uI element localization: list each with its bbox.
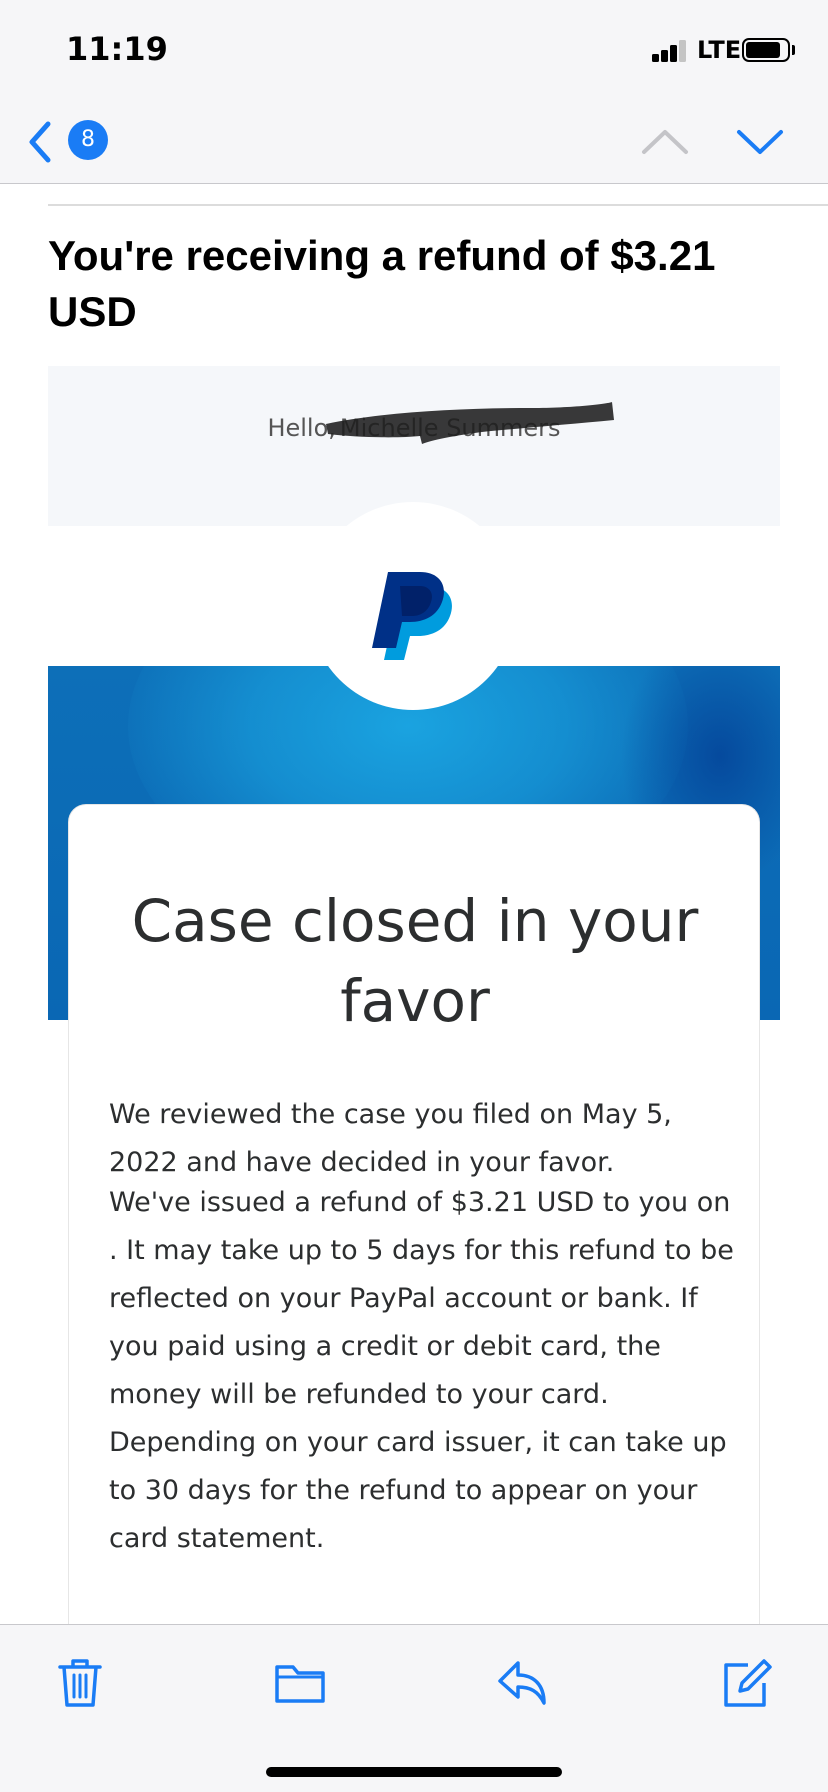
chevron-down-icon bbox=[737, 130, 783, 154]
compose-icon bbox=[724, 1659, 772, 1707]
battery-icon bbox=[742, 38, 790, 62]
trash-button[interactable] bbox=[52, 1655, 108, 1711]
mail-nav-bar: 8 bbox=[0, 100, 828, 184]
case-card: Case closed in your favor We reviewed th… bbox=[68, 804, 760, 1624]
card-title: Case closed in your favor bbox=[131, 887, 699, 1035]
network-type: LTE bbox=[697, 36, 742, 64]
status-bar: 11:19 LTE bbox=[0, 0, 828, 100]
chevron-left-icon bbox=[29, 121, 51, 163]
reply-button[interactable] bbox=[494, 1655, 550, 1711]
status-time: 11:19 bbox=[66, 30, 168, 68]
trash-icon bbox=[58, 1659, 102, 1707]
home-indicator bbox=[266, 1767, 562, 1777]
divider bbox=[48, 204, 828, 206]
previous-message-button[interactable] bbox=[640, 120, 690, 164]
reply-icon bbox=[498, 1661, 546, 1705]
paragraph-refund-details: We've issued a refund of $3.21 USD to yo… bbox=[109, 1187, 734, 1554]
battery-tip bbox=[792, 45, 795, 55]
email-subject: You're receiving a refund of $3.21 USD bbox=[48, 232, 716, 335]
move-folder-button[interactable] bbox=[272, 1655, 328, 1711]
next-message-button[interactable] bbox=[735, 120, 785, 164]
redaction-scribble bbox=[326, 402, 614, 444]
compose-button[interactable] bbox=[718, 1655, 774, 1711]
paragraph-case-reviewed: We reviewed the case you filed on May 5,… bbox=[109, 1099, 672, 1178]
back-button[interactable] bbox=[22, 118, 62, 166]
battery-level bbox=[746, 42, 780, 58]
paypal-logo-icon bbox=[372, 572, 452, 660]
signal-strength-icon bbox=[652, 40, 688, 62]
chevron-up-icon bbox=[642, 130, 688, 154]
email-body[interactable]: You're receiving a refund of $3.21 USD H… bbox=[0, 184, 828, 1624]
folder-icon bbox=[275, 1665, 325, 1703]
unread-count-badge[interactable]: 8 bbox=[68, 120, 108, 160]
bottom-toolbar bbox=[0, 1624, 828, 1792]
